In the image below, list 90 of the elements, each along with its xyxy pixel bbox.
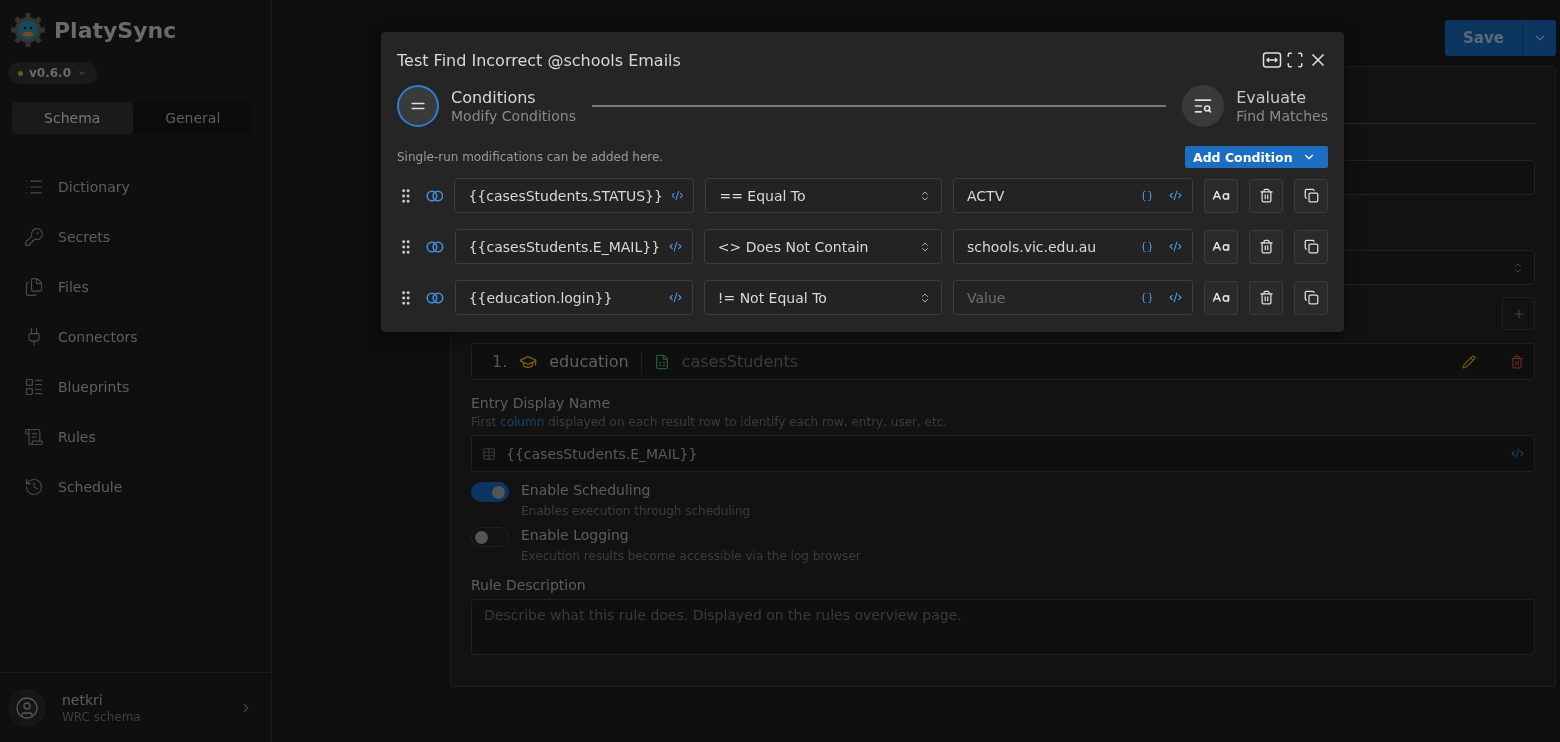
expand-width-icon[interactable] xyxy=(1262,51,1282,69)
copy-icon xyxy=(1303,188,1319,203)
toggle-switch[interactable] xyxy=(471,527,509,547)
nav-item[interactable]: Dictionary xyxy=(0,162,271,212)
layout-icon xyxy=(24,377,44,397)
source-name: education xyxy=(549,352,629,371)
avatar[interactable] xyxy=(8,688,46,727)
field-label: Rule Description xyxy=(471,577,587,593)
dialog-note: Single-run modifications can be added here. xyxy=(397,150,664,164)
linked-rings-icon[interactable] xyxy=(425,291,444,304)
code-icon[interactable] xyxy=(1169,240,1182,253)
field-label: Entry Display Name xyxy=(471,395,612,411)
nav-item[interactable]: Rules xyxy=(0,412,271,462)
text-search-icon xyxy=(1193,96,1214,116)
chevron-down-icon xyxy=(77,68,87,78)
chevrons-icon xyxy=(919,291,931,304)
operator-select[interactable]: == Equal To xyxy=(705,178,942,213)
sidebar-tab[interactable]: General xyxy=(132,102,253,134)
step-title: Conditions xyxy=(451,88,537,107)
copy-icon xyxy=(1303,290,1319,305)
copy-button[interactable] xyxy=(1294,229,1328,264)
toggle-switch[interactable] xyxy=(471,482,509,502)
delete-button[interactable] xyxy=(1249,280,1283,315)
field-input[interactable]: {{education.login}} xyxy=(454,280,693,315)
nav-item[interactable]: Secrets xyxy=(0,212,271,262)
status-dot-icon xyxy=(18,70,23,76)
row-number: 1. xyxy=(492,352,508,371)
code-icon[interactable] xyxy=(668,291,682,304)
operator-select[interactable]: != Not Equal To xyxy=(703,280,942,315)
code-icon[interactable] xyxy=(670,189,684,202)
linked-rings-icon[interactable] xyxy=(425,189,444,202)
case-sensitive-button[interactable] xyxy=(1204,229,1238,264)
trash-icon xyxy=(1258,290,1274,305)
copy-icon xyxy=(1303,239,1319,254)
nav-item[interactable]: Schedule xyxy=(0,462,271,512)
step-circle[interactable] xyxy=(1182,85,1225,127)
variable-icon[interactable] xyxy=(1141,240,1153,253)
dialog-title: Test Find Incorrect @schools Emails xyxy=(397,50,681,70)
add-condition-button[interactable]: Add Condition xyxy=(1185,146,1328,168)
gear-logo-icon xyxy=(10,12,46,48)
history-icon xyxy=(24,477,44,497)
value-input[interactable]: schools.vic.edu.au xyxy=(967,238,1133,255)
step-subtitle: Modify Conditions xyxy=(451,108,576,124)
chevrons-icon xyxy=(919,240,931,253)
user-icon xyxy=(15,695,39,720)
step-title: Evaluate xyxy=(1236,88,1308,107)
case-sensitive-button[interactable] xyxy=(1204,280,1238,315)
toggle-label: Enable Scheduling xyxy=(521,482,652,498)
file-icon xyxy=(653,353,670,370)
sidebar-tab[interactable]: Schema xyxy=(12,102,133,134)
copy-button[interactable] xyxy=(1294,178,1328,213)
variable-icon[interactable] xyxy=(1141,189,1153,202)
nav-item[interactable]: Files xyxy=(0,262,271,312)
code-icon[interactable] xyxy=(1169,291,1182,304)
scroll-icon xyxy=(24,427,44,447)
fullscreen-icon[interactable] xyxy=(1286,51,1304,69)
chevrons-icon xyxy=(919,189,931,202)
trash-icon xyxy=(1258,188,1274,203)
table-icon xyxy=(482,446,496,461)
code-icon[interactable] xyxy=(1169,189,1182,202)
edit-icon[interactable] xyxy=(1462,354,1476,369)
case-sensitive-button[interactable] xyxy=(1204,178,1238,213)
code-icon[interactable] xyxy=(668,240,682,253)
copy-button[interactable] xyxy=(1294,280,1328,315)
app-name: PlatySync xyxy=(54,17,177,43)
value-input[interactable]: ACTV xyxy=(967,187,1133,204)
plus-icon xyxy=(1511,306,1526,321)
value-field[interactable]: schools.vic.edu.au xyxy=(953,229,1193,264)
trash-icon xyxy=(1258,239,1274,254)
version-badge[interactable]: v0.6.0 xyxy=(8,62,97,84)
value-input[interactable]: Value xyxy=(967,289,1133,306)
step-subtitle: Find Matches xyxy=(1236,108,1328,124)
variable-icon[interactable] xyxy=(1141,291,1153,304)
files-icon xyxy=(24,277,44,297)
nav-item[interactable]: Blueprints xyxy=(0,362,271,412)
nav-item[interactable]: Connectors xyxy=(0,312,271,362)
delete-button[interactable] xyxy=(1249,178,1283,213)
display-name-field[interactable]: {{casesStudents.E_MAIL}} xyxy=(471,435,1535,472)
field-input[interactable]: {{casesStudents.STATUS}} xyxy=(454,178,695,213)
field-input[interactable]: {{casesStudents.E_MAIL}} xyxy=(454,229,693,264)
value-field[interactable]: Value xyxy=(953,280,1193,315)
toggle-label: Enable Logging xyxy=(521,527,630,543)
value-field[interactable]: ACTV xyxy=(953,178,1193,213)
save-button[interactable]: Save xyxy=(1445,20,1522,56)
operator-select[interactable]: <> Does Not Contain xyxy=(703,229,942,264)
linked-rings-icon[interactable] xyxy=(425,240,444,253)
delete-button[interactable] xyxy=(1249,229,1283,264)
chevrons-icon xyxy=(1512,261,1524,274)
key-icon xyxy=(24,227,44,247)
user-name: netkri xyxy=(62,691,104,708)
